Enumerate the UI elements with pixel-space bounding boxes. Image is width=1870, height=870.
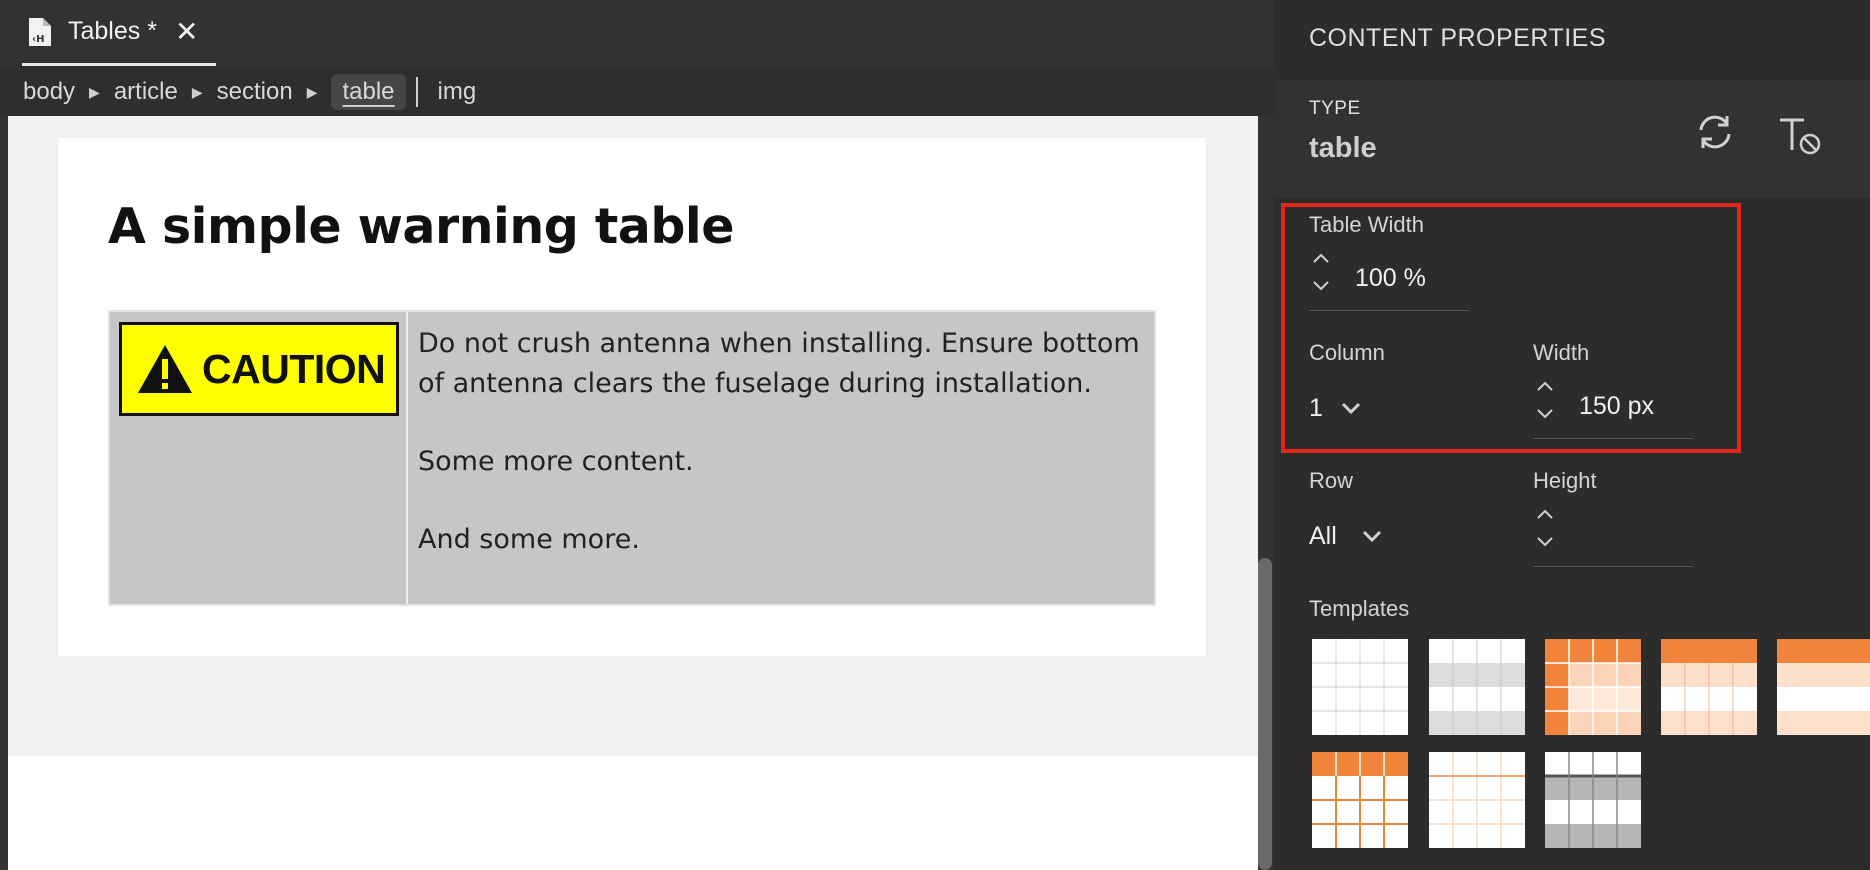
- table-cell-image[interactable]: CAUTION: [110, 312, 408, 604]
- height-label: Height: [1533, 468, 1597, 493]
- caution-word: CAUTION: [202, 345, 386, 392]
- type-value: table: [1309, 132, 1377, 164]
- svg-text:‹H: ‹H: [32, 34, 45, 45]
- type-block: TYPE table: [1275, 80, 1870, 198]
- template-orange-lines[interactable]: [1312, 752, 1408, 848]
- breadcrumb-table[interactable]: table: [331, 74, 406, 110]
- template-orange-header-column[interactable]: [1545, 639, 1641, 735]
- breadcrumb-separator-icon: ▶: [89, 83, 100, 100]
- template-orange-stripes[interactable]: [1777, 639, 1870, 735]
- editor-area: ‹H Tables * ✕ body ▶ article ▶ section ▶…: [0, 0, 1275, 870]
- template-orange-header[interactable]: [1661, 639, 1757, 735]
- row-label: Row: [1309, 468, 1354, 493]
- template-plain-grid[interactable]: [1312, 639, 1408, 735]
- document-page[interactable]: A simple warning table CAUTION Do not cr…: [58, 138, 1206, 656]
- breadcrumb-divider: [415, 77, 418, 107]
- tab-tables[interactable]: ‹H Tables * ✕: [22, 0, 216, 66]
- highlight-box: [1281, 203, 1741, 453]
- close-icon[interactable]: ✕: [175, 17, 198, 46]
- height-underline: [1533, 566, 1693, 567]
- warning-table[interactable]: CAUTION Do not crush antenna when instal…: [108, 310, 1156, 606]
- row-select[interactable]: All: [1309, 522, 1337, 551]
- template-light-orange-lines[interactable]: [1429, 752, 1525, 848]
- caution-image[interactable]: CAUTION: [119, 322, 399, 416]
- template-grey-dark[interactable]: [1545, 752, 1641, 848]
- editor-scrollbar[interactable]: [1258, 558, 1272, 870]
- document-heading[interactable]: A simple warning table: [108, 198, 734, 255]
- breadcrumb-section[interactable]: section: [217, 74, 293, 110]
- paragraph-2[interactable]: Some more content.: [418, 442, 1144, 482]
- refresh-icon[interactable]: [1695, 112, 1735, 152]
- template-grey-bands[interactable]: [1429, 639, 1525, 735]
- breadcrumb-article[interactable]: article: [114, 74, 178, 110]
- document-icon: ‹H: [29, 17, 51, 46]
- breadcrumb-body[interactable]: body: [23, 74, 75, 110]
- clear-format-icon[interactable]: [1778, 116, 1822, 156]
- paragraph-3[interactable]: And some more.: [418, 520, 1144, 560]
- breadcrumb-separator-icon: ▶: [306, 83, 318, 100]
- breadcrumb: body ▶ article ▶ section ▶ table img: [0, 68, 1275, 116]
- tab-title: Tables *: [68, 17, 157, 45]
- tab-bar: ‹H Tables * ✕: [0, 0, 1275, 67]
- panel-heading: CONTENT PROPERTIES: [1309, 24, 1607, 52]
- height-stepper-icon[interactable]: [1535, 506, 1555, 550]
- paragraph-1[interactable]: Do not crush antenna when installing. En…: [418, 324, 1144, 404]
- table-cell-text[interactable]: Do not crush antenna when installing. En…: [408, 312, 1154, 604]
- editor-canvas[interactable]: A simple warning table CAUTION Do not cr…: [8, 116, 1258, 870]
- breadcrumb-img[interactable]: img: [438, 74, 477, 110]
- breadcrumb-separator-icon: ▶: [191, 83, 203, 100]
- type-label: TYPE: [1309, 98, 1361, 119]
- row-chevron-down-icon[interactable]: [1361, 529, 1383, 543]
- warning-triangle-icon: [138, 345, 192, 393]
- templates-label: Templates: [1309, 596, 1410, 621]
